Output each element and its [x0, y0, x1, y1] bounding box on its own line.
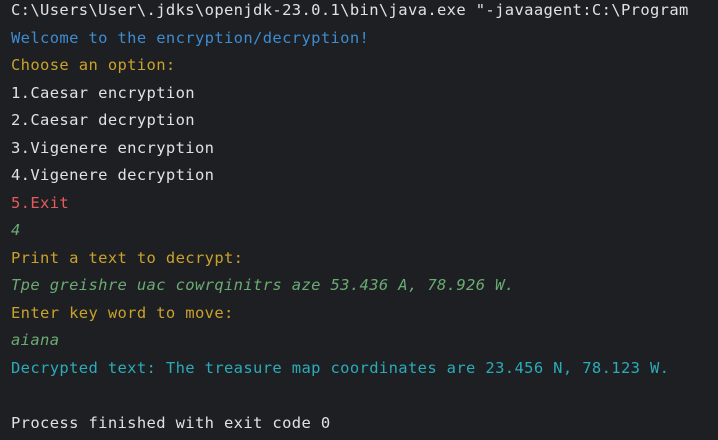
console-line-menu-option-1: 1.Caesar encryption	[11, 84, 195, 102]
console-line-key-prompt: Enter key word to move:	[11, 304, 234, 322]
console-line-menu-option-4: 4.Vigenere decryption	[11, 166, 215, 184]
console-line-menu-option-3: 3.Vigenere encryption	[11, 139, 215, 157]
console-line-ciphertext-input: Tpe greishre uac cowrqinitrs aze 53.436 …	[11, 276, 515, 294]
console-line-decrypt-prompt: Print a text to decrypt:	[11, 249, 244, 267]
console-line-decrypted-result: Decrypted text: The treasure map coordin…	[11, 359, 670, 377]
console-line-menu-option-exit: 5.Exit	[11, 194, 70, 212]
console-line-command: C:\Users\User\.jdks\openjdk-23.0.1\bin\j…	[11, 1, 689, 19]
console-line-menu-option-2: 2.Caesar decryption	[11, 111, 195, 129]
console-line-process-finished: Process finished with exit code 0	[11, 414, 331, 432]
console-line-choose-option: Choose an option:	[11, 56, 176, 74]
console-line-key-input: aiana	[11, 331, 60, 349]
run-console-output[interactable]: C:\Users\User\.jdks\openjdk-23.0.1\bin\j…	[0, 0, 718, 440]
console-line-welcome: Welcome to the encryption/decryption!	[11, 29, 370, 47]
console-line-user-choice: 4	[11, 221, 21, 239]
